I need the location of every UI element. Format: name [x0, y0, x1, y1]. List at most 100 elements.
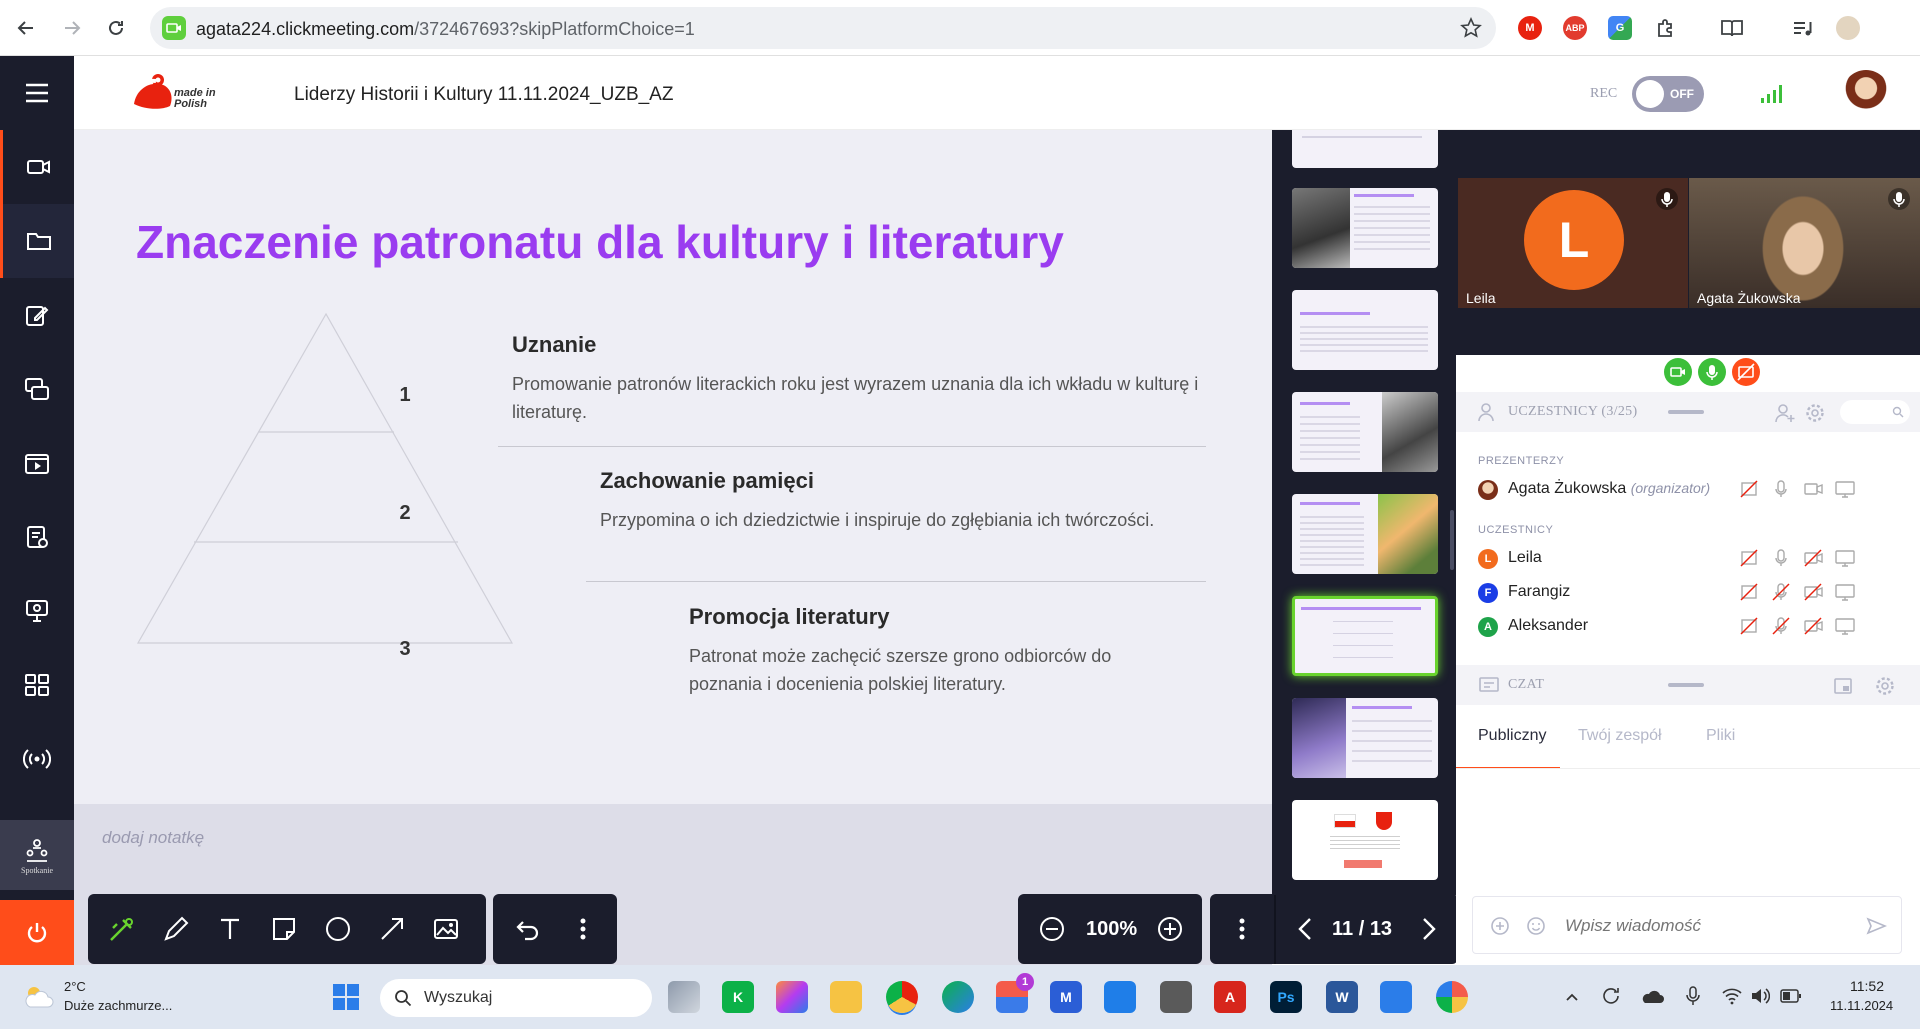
- camera-off-icon[interactable]: [1802, 581, 1826, 605]
- media-control-icon[interactable]: [1790, 16, 1814, 40]
- gmail-icon[interactable]: M: [1518, 16, 1542, 40]
- add-participant-icon[interactable]: [1774, 402, 1796, 429]
- edge-icon[interactable]: [942, 981, 974, 1013]
- screen-share-off-icon[interactable]: [1738, 615, 1762, 639]
- screen-share-off-icon[interactable]: [1738, 581, 1762, 605]
- tab-public[interactable]: Publiczny: [1478, 727, 1546, 745]
- camera-off-icon[interactable]: [1802, 547, 1826, 571]
- mic-icon[interactable]: [1888, 188, 1910, 210]
- panel-resize-handle[interactable]: [1668, 683, 1704, 687]
- user-avatar[interactable]: [1842, 70, 1890, 118]
- chrome-icon[interactable]: [886, 981, 918, 1013]
- laser-pointer-icon[interactable]: [104, 911, 140, 947]
- broadcast-icon[interactable]: [0, 722, 74, 796]
- participant-row-farangiz[interactable]: F Farangiz: [1478, 578, 1918, 608]
- previous-slide-icon[interactable]: [1288, 911, 1324, 947]
- onedrive-icon[interactable]: [1640, 987, 1664, 1010]
- zoom-out-icon[interactable]: [1034, 911, 1070, 947]
- camera-icon[interactable]: [0, 130, 74, 204]
- slide-thumbnail[interactable]: [1292, 392, 1438, 472]
- camera-toggle-icon[interactable]: [1664, 358, 1692, 386]
- panel-resize-handle[interactable]: [1668, 410, 1704, 414]
- tray-chevron-icon[interactable]: [1564, 989, 1580, 1010]
- slide-thumbnail[interactable]: [1292, 188, 1438, 268]
- power-off-button[interactable]: [0, 900, 74, 965]
- camera-icon[interactable]: [1802, 478, 1826, 502]
- site-camera-icon[interactable]: [162, 16, 186, 40]
- video-playlist-icon[interactable]: [0, 426, 74, 500]
- slide-options-icon[interactable]: [1224, 911, 1260, 947]
- video-tile-agata[interactable]: Agata Żukowska: [1689, 178, 1920, 308]
- tab-files[interactable]: Pliki: [1706, 727, 1735, 745]
- slide-thumbnail[interactable]: [1292, 800, 1438, 880]
- copilot-icon[interactable]: [776, 981, 808, 1013]
- calendar-icon[interactable]: [1104, 981, 1136, 1013]
- address-bar[interactable]: agata224.clickmeeting.com/372467693?skip…: [150, 7, 1496, 49]
- bookmark-star-icon[interactable]: [1460, 17, 1482, 44]
- video-tile-leila[interactable]: L Leila: [1458, 178, 1688, 308]
- slide-thumbnail[interactable]: [1292, 130, 1438, 168]
- acrobat-icon[interactable]: A: [1214, 981, 1246, 1013]
- chat-bubble-icon[interactable]: [1766, 360, 1790, 389]
- mic-off-icon[interactable]: [1770, 615, 1794, 639]
- more-vertical-icon[interactable]: [565, 911, 601, 947]
- mic-icon[interactable]: [1770, 478, 1794, 502]
- task-view-icon[interactable]: [668, 981, 700, 1013]
- volume-icon[interactable]: [1750, 987, 1771, 1010]
- sticky-note-icon[interactable]: [266, 911, 302, 947]
- app-m-icon[interactable]: M: [1050, 981, 1082, 1013]
- photos-icon[interactable]: [1380, 981, 1412, 1013]
- circle-shape-icon[interactable]: [320, 911, 356, 947]
- monitor-icon[interactable]: [1834, 581, 1858, 605]
- screen-share-off-icon[interactable]: [1738, 478, 1762, 502]
- windows-start-icon[interactable]: [330, 981, 362, 1013]
- sync-icon[interactable]: [1600, 985, 1622, 1012]
- arrow-tool-icon[interactable]: [374, 911, 410, 947]
- mic-toggle-icon[interactable]: [1698, 358, 1726, 386]
- slide-thumbnail[interactable]: [1292, 494, 1438, 574]
- kaspersky-icon[interactable]: K: [722, 981, 754, 1013]
- settings-gear-icon[interactable]: [1794, 360, 1818, 389]
- meeting-button[interactable]: Spotkanie: [0, 820, 74, 890]
- text-tool-icon[interactable]: [212, 911, 248, 947]
- chat-message-input[interactable]: [1565, 912, 1845, 940]
- back-button[interactable]: [10, 12, 42, 44]
- image-insert-icon[interactable]: [428, 911, 464, 947]
- mic-icon[interactable]: [1656, 188, 1678, 210]
- monitor-icon[interactable]: [1834, 615, 1858, 639]
- slide-thumbnail[interactable]: [1292, 290, 1438, 370]
- files-folder-icon[interactable]: [0, 204, 74, 278]
- forward-button[interactable]: [56, 12, 88, 44]
- microsoft-store-icon[interactable]: 1: [996, 973, 1034, 1013]
- camera-off-icon[interactable]: [1802, 615, 1826, 639]
- thumbnails-scrollbar[interactable]: [1450, 510, 1454, 570]
- tab-team[interactable]: Twój zespół: [1578, 727, 1662, 745]
- participants-settings-icon[interactable]: [1804, 402, 1826, 429]
- undo-icon[interactable]: [509, 911, 545, 947]
- screen-share-off-icon[interactable]: [1738, 547, 1762, 571]
- emoji-icon[interactable]: [1525, 915, 1547, 942]
- reading-list-icon[interactable]: [1720, 16, 1744, 40]
- pen-icon[interactable]: [158, 911, 194, 947]
- clock-time[interactable]: 11:52: [1850, 978, 1884, 994]
- wifi-icon[interactable]: [1722, 987, 1742, 1010]
- file-explorer-icon[interactable]: [830, 981, 862, 1013]
- next-slide-icon[interactable]: [1410, 911, 1446, 947]
- participant-row-aleksander[interactable]: A Aleksander: [1478, 612, 1918, 642]
- word-icon[interactable]: W: [1326, 981, 1358, 1013]
- participant-row-leila[interactable]: L Leila: [1478, 544, 1918, 574]
- screen-share-icon[interactable]: [0, 352, 74, 426]
- mic-off-icon[interactable]: [1770, 581, 1794, 605]
- survey-icon[interactable]: [0, 500, 74, 574]
- presenter-row[interactable]: Agata Żukowska (organizator): [1478, 475, 1918, 505]
- profile-avatar-icon[interactable]: [1836, 16, 1860, 40]
- reload-button[interactable]: [100, 12, 132, 44]
- popout-icon[interactable]: [1822, 360, 1846, 389]
- monitor-icon[interactable]: [1834, 478, 1858, 502]
- screen-share-off-icon[interactable]: [1732, 358, 1760, 386]
- clock-date[interactable]: 11.11.2024: [1830, 998, 1893, 1013]
- participants-search-input[interactable]: [1840, 400, 1910, 424]
- microphone-icon[interactable]: [1682, 985, 1704, 1012]
- apps-grid-icon[interactable]: [0, 648, 74, 722]
- attach-plus-icon[interactable]: [1489, 915, 1511, 942]
